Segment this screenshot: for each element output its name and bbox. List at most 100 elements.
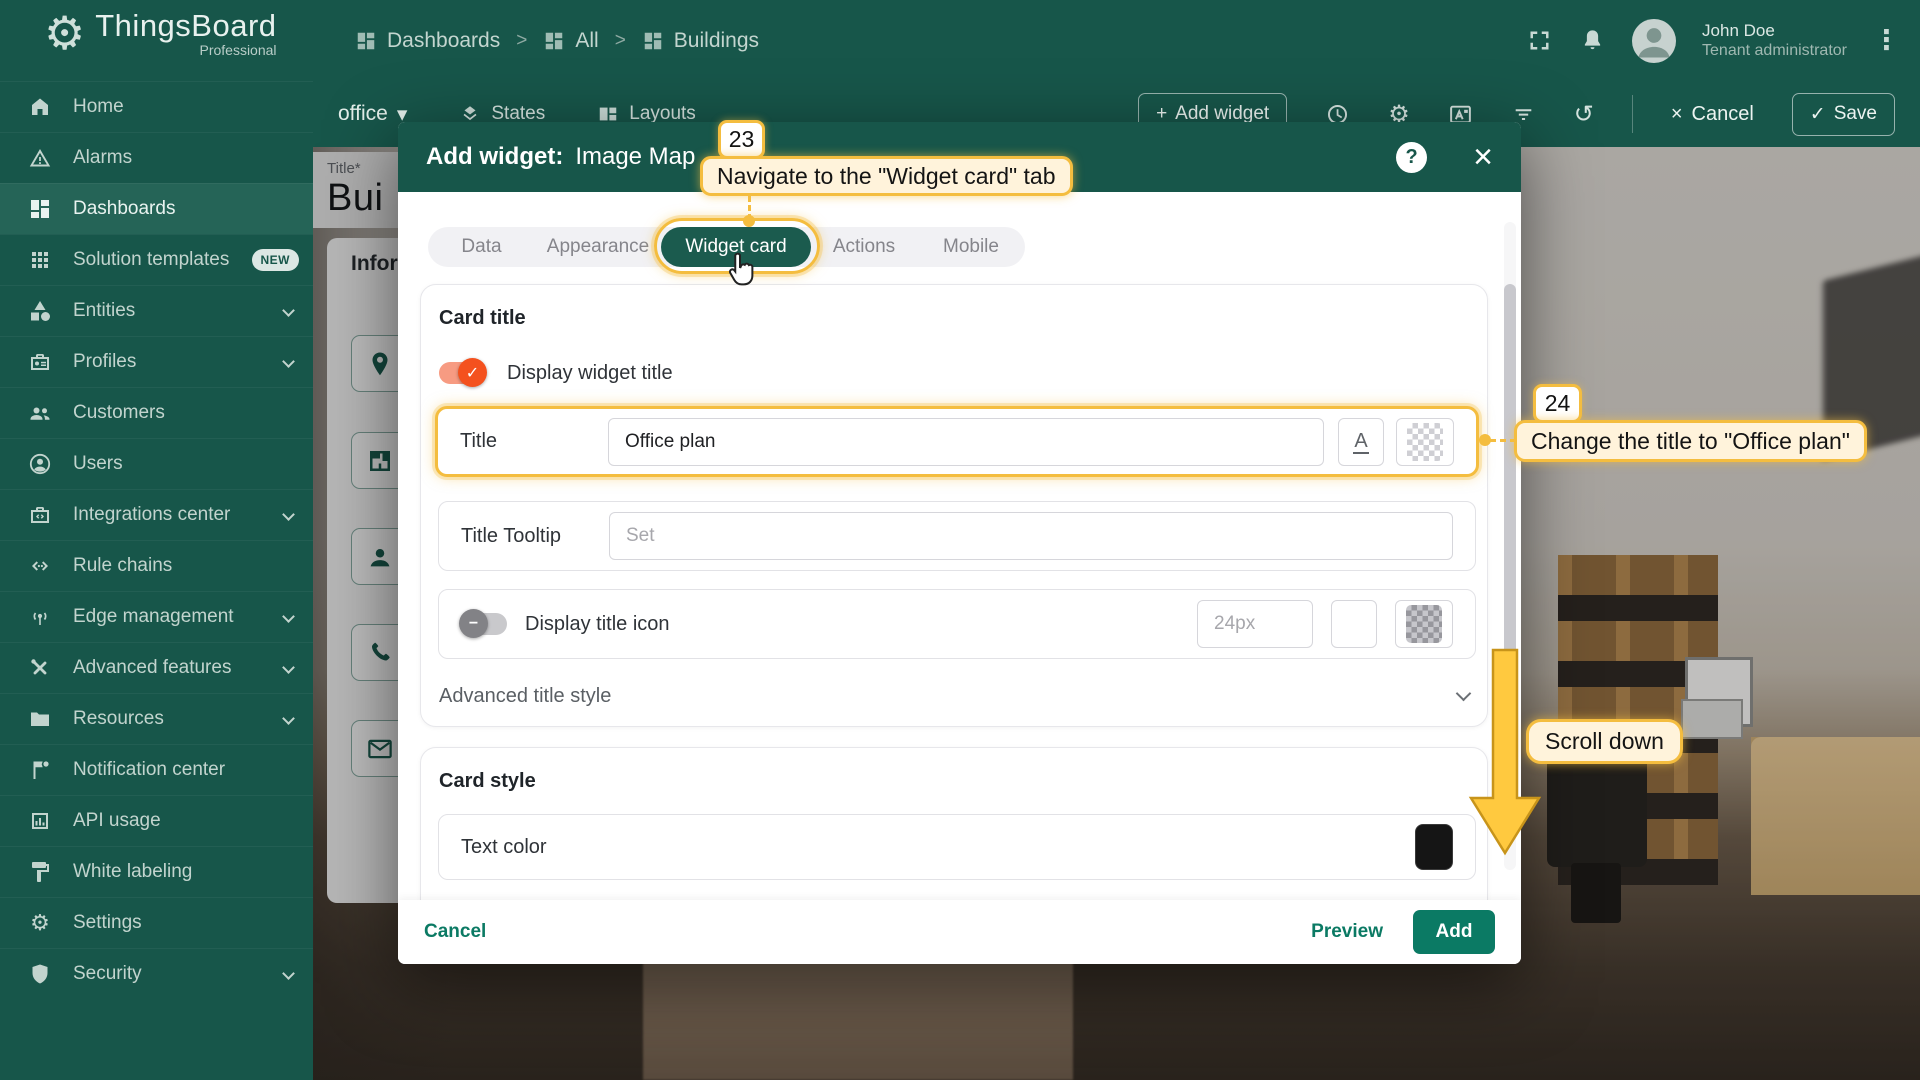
breadcrumb-dashboards[interactable]: Dashboards bbox=[355, 29, 500, 53]
chevron-down-icon bbox=[282, 610, 295, 623]
thingsboard-app: ⚙ ThingsBoard Professional Dashboards > … bbox=[0, 0, 1920, 1080]
top-header: ⚙ ThingsBoard Professional Dashboards > … bbox=[0, 0, 1920, 81]
sidebar-item-home[interactable]: Home bbox=[0, 81, 313, 132]
dashboards-icon bbox=[27, 196, 53, 222]
close-icon: × bbox=[1671, 103, 1683, 126]
sidebar-item-alarms[interactable]: Alarms bbox=[0, 132, 313, 183]
icon-color-button[interactable] bbox=[1395, 600, 1453, 648]
apps-icon bbox=[27, 247, 53, 273]
text-color-swatch[interactable] bbox=[1415, 824, 1453, 870]
dashboards-icon bbox=[355, 30, 377, 52]
step24-connector bbox=[1490, 439, 1516, 442]
shield-icon bbox=[27, 961, 53, 987]
antenna-icon bbox=[27, 604, 53, 630]
sidebar-item-solution-templates[interactable]: Solution templates NEW bbox=[0, 234, 313, 285]
brand-name: ThingsBoard bbox=[95, 8, 276, 44]
header-actions: John Doe Tenant administrator ⋮ bbox=[1526, 0, 1900, 81]
paint-icon bbox=[27, 859, 53, 885]
tab-actions[interactable]: Actions bbox=[811, 227, 917, 267]
flag-icon bbox=[27, 757, 53, 783]
display-title-icon-toggle[interactable]: − bbox=[461, 613, 507, 635]
title-tooltip-row: Title Tooltip Set bbox=[438, 501, 1476, 571]
sidebar-item-notification-center[interactable]: Notification center bbox=[0, 744, 313, 795]
sidebar-item-api-usage[interactable]: API usage bbox=[0, 795, 313, 846]
advanced-title-style-expander[interactable]: Advanced title style bbox=[439, 685, 1469, 708]
dashboard-state-select[interactable]: office ▾ bbox=[338, 102, 407, 127]
display-title-icon-row: − Display title icon 24px bbox=[438, 589, 1476, 659]
rule-chain-icon bbox=[27, 553, 53, 579]
tab-mobile[interactable]: Mobile bbox=[917, 227, 1025, 267]
display-widget-title-toggle[interactable]: ✓ bbox=[439, 362, 485, 384]
chevron-down-icon bbox=[282, 304, 295, 317]
title-font-button[interactable]: A bbox=[1338, 418, 1384, 466]
kebab-menu-icon[interactable]: ⋮ bbox=[1873, 25, 1900, 56]
sidebar-item-customers[interactable]: Customers bbox=[0, 387, 313, 438]
version-history-icon[interactable]: ↺ bbox=[1574, 100, 1594, 129]
sidebar-item-security[interactable]: Security bbox=[0, 948, 313, 999]
chevron-down-icon bbox=[282, 355, 295, 368]
chevron-down-icon bbox=[282, 967, 295, 980]
sidebar-item-white-labeling[interactable]: White labeling bbox=[0, 846, 313, 897]
dialog-cancel-button[interactable]: Cancel bbox=[424, 921, 486, 943]
save-button[interactable]: ✓ Save bbox=[1792, 93, 1895, 136]
step23-connector-dot bbox=[743, 215, 755, 227]
sidebar-item-entities[interactable]: Entities bbox=[0, 285, 313, 336]
card-title-section: Card title ✓ Display widget title Title … bbox=[420, 284, 1488, 727]
section-heading: Card style bbox=[439, 770, 536, 793]
text-color-row: Text color bbox=[438, 814, 1476, 880]
gear-icon: ⚙ bbox=[27, 910, 53, 936]
dialog-scrollbar-thumb[interactable] bbox=[1504, 284, 1516, 674]
sidebar-item-resources[interactable]: Resources bbox=[0, 693, 313, 744]
display-widget-title-row: ✓ Display widget title bbox=[436, 351, 936, 395]
add-widget-dialog: Add widget: Image Map ? × Data Appearanc… bbox=[398, 122, 1521, 964]
sidebar-item-users[interactable]: Users bbox=[0, 438, 313, 489]
transparent-color-swatch bbox=[1406, 605, 1442, 643]
title-row-highlighted: Title Office plan A bbox=[435, 406, 1479, 477]
notifications-bell-icon[interactable] bbox=[1579, 27, 1606, 54]
chevron-down-icon bbox=[282, 508, 295, 521]
breadcrumb-separator: > bbox=[516, 30, 527, 52]
preview-button[interactable]: Preview bbox=[1311, 921, 1383, 943]
user-info[interactable]: John Doe Tenant administrator bbox=[1702, 20, 1847, 61]
dashboards-icon bbox=[543, 30, 565, 52]
title-color-button[interactable] bbox=[1396, 418, 1454, 466]
dialog-title-prefix: Add widget: bbox=[426, 143, 563, 171]
fullscreen-icon[interactable] bbox=[1526, 27, 1553, 54]
title-tooltip-input[interactable]: Set bbox=[609, 512, 1453, 560]
check-icon: ✓ bbox=[1810, 103, 1826, 126]
icon-picker-button[interactable] bbox=[1331, 600, 1377, 648]
sidebar-item-profiles[interactable]: Profiles bbox=[0, 336, 313, 387]
people-icon bbox=[27, 400, 53, 426]
close-icon[interactable]: × bbox=[1473, 142, 1493, 172]
breadcrumb-buildings[interactable]: Buildings bbox=[642, 29, 759, 53]
sidebar-item-integrations-center[interactable]: Integrations center bbox=[0, 489, 313, 540]
sidebar-item-settings[interactable]: ⚙ Settings bbox=[0, 897, 313, 948]
tools-icon bbox=[27, 655, 53, 681]
section-heading: Card title bbox=[439, 307, 526, 330]
title-input[interactable]: Office plan bbox=[608, 418, 1324, 466]
dialog-footer: Cancel Preview Add bbox=[398, 900, 1521, 964]
folder-icon bbox=[27, 706, 53, 732]
tab-data[interactable]: Data bbox=[428, 227, 535, 267]
thingsboard-logo[interactable]: ⚙ ThingsBoard Professional bbox=[44, 8, 277, 58]
breadcrumb-all[interactable]: All bbox=[543, 29, 598, 53]
help-icon[interactable]: ? bbox=[1396, 142, 1427, 173]
icon-size-input[interactable]: 24px bbox=[1197, 600, 1313, 648]
dialog-body: Data Appearance Widget card Actions Mobi… bbox=[398, 192, 1521, 900]
sidebar: Home Alarms Dashboards Solution template… bbox=[0, 81, 313, 1080]
font-style-icon: A bbox=[1353, 430, 1368, 454]
chevron-down-icon bbox=[282, 661, 295, 674]
add-button[interactable]: Add bbox=[1413, 910, 1495, 954]
user-avatar[interactable] bbox=[1632, 19, 1676, 63]
sidebar-item-edge-management[interactable]: Edge management bbox=[0, 591, 313, 642]
home-icon bbox=[27, 94, 53, 120]
integration-icon bbox=[27, 502, 53, 528]
person-icon bbox=[27, 451, 53, 477]
sidebar-item-advanced-features[interactable]: Advanced features bbox=[0, 642, 313, 693]
sidebar-item-dashboards[interactable]: Dashboards bbox=[0, 183, 313, 234]
cancel-edit-button[interactable]: × Cancel bbox=[1671, 103, 1754, 126]
dialog-title-widget: Image Map bbox=[575, 143, 695, 171]
sidebar-item-rule-chains[interactable]: Rule chains bbox=[0, 540, 313, 591]
tab-appearance[interactable]: Appearance bbox=[535, 227, 661, 267]
step24-callout: Change the title to "Office plan" bbox=[1514, 420, 1867, 462]
